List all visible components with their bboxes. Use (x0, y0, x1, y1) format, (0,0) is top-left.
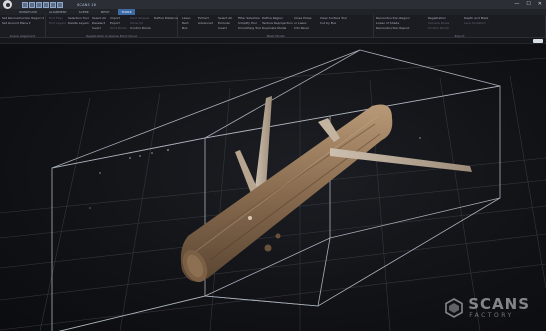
watermark-sub: FACTORY (469, 312, 514, 319)
ribbon-command[interactable]: Invert (92, 26, 106, 30)
ribbon-command[interactable]: Point Shapes (130, 16, 151, 20)
scene-canvas[interactable] (0, 38, 546, 331)
ribbon-command[interactable]: Show CS (130, 21, 151, 25)
ribbon-column: Find Files Find Layers (49, 16, 66, 25)
ribbon-command[interactable]: Smoothing Tool (238, 26, 261, 30)
ribbon-command[interactable]: Registration (428, 16, 449, 20)
ribbon-column: Import Export Print Points (110, 16, 127, 30)
ribbon-column: Lasso Rect Box (182, 16, 190, 30)
ribbon-command[interactable]: Texture Reprojection (262, 21, 293, 25)
close-button[interactable]: ✕ (538, 1, 542, 8)
minimize-button[interactable]: — (514, 1, 519, 8)
viewport-options-button[interactable] (533, 39, 543, 43)
ribbon-column: Set Reconstruction Region ▾ Set Ground Pl… (2, 16, 44, 25)
ribbon-command[interactable]: Reconstruction Region (376, 16, 410, 20)
watermark: SCANS FACTORY (444, 297, 530, 319)
ribbon-column: Registration Camera Poses Control Points (428, 16, 449, 30)
ribbon-command[interactable]: Exclude (218, 21, 232, 25)
log-trunk (180, 104, 393, 282)
undo-icon[interactable] (43, 1, 49, 8)
ribbon-column: Point Shapes Show CS Control Points (130, 16, 151, 30)
ribbon: Set Reconstruction Region ▾ Set Ground Pl… (0, 15, 546, 38)
ribbon-command[interactable]: Deselect (92, 21, 106, 25)
ribbon-command[interactable]: Lower of Shade (376, 21, 410, 25)
ribbon-group-4: Reconstruction Region Lower of Shade Recon… (374, 15, 546, 38)
ribbon-command[interactable]: Box (182, 26, 190, 30)
ribbon-command[interactable]: Select All (218, 16, 232, 20)
title-bar: SCANS 16 — ☐ ✕ (0, 0, 546, 9)
window-title: SCANS 16 (77, 2, 97, 7)
ribbon-command[interactable]: Find Layers (49, 21, 66, 25)
save-project-icon[interactable] (36, 1, 42, 8)
ribbon-column: Select All Exclude Invert (218, 16, 232, 30)
ribbon-column: Close Holes or Lasso Info Panel (294, 16, 311, 30)
log-mesh-model[interactable] (178, 96, 472, 286)
ribbon-group-1: Set Reconstruction Region ▾ Set Ground Pl… (0, 15, 46, 38)
ribbon-command[interactable]: Import (110, 16, 127, 20)
ribbon-column: Reconstruction Region Lower of Shade Recon… (376, 16, 410, 30)
ribbon-command[interactable]: Info Panel (294, 26, 311, 30)
ribbon-command[interactable]: Depth and Mask (464, 16, 488, 20)
ribbon-command[interactable]: Export (110, 21, 127, 25)
maximize-button[interactable]: ☐ (526, 1, 530, 8)
ribbon-group-3: Lasso Rect Box Extract Advanced Select All Exc… (178, 15, 374, 38)
ribbon-command[interactable]: Invert (218, 26, 232, 30)
ribbon-command[interactable]: Set Reconstruction Region ▾ (2, 16, 44, 20)
ribbon-command[interactable]: Reconstruction Report (376, 26, 410, 30)
ribbon-command[interactable]: Advanced (198, 21, 213, 25)
watermark-brand: SCANS (468, 295, 530, 313)
quick-access-toolbar (22, 1, 63, 8)
viewport-toolbar (0, 38, 546, 44)
ribbon-column: Define Region Texture Reprojection Duplica… (262, 16, 293, 30)
ribbon-command[interactable]: Control Points (130, 26, 151, 30)
ribbon-command[interactable]: Selection Tool (68, 16, 89, 20)
ribbon-command[interactable]: Define Distance (154, 16, 178, 20)
ribbon-command[interactable]: Simplify Tool (238, 21, 261, 25)
ribbon-column: Filter Selection Simplify Tool Smoothing T… (238, 16, 261, 30)
ribbon-command[interactable]: Print Points (110, 26, 127, 30)
settings-icon[interactable] (57, 1, 63, 8)
3d-viewport[interactable]: SCANS FACTORY (0, 38, 546, 331)
ribbon-command[interactable]: Delete Layers (68, 21, 89, 25)
scans-factory-logo-icon (445, 298, 464, 318)
app-logo-icon[interactable] (3, 0, 12, 9)
ribbon-command[interactable]: Define Region (262, 16, 293, 20)
ribbon-command[interactable]: Select All (92, 16, 106, 20)
ribbon-column: Selection Tool Delete Layers (68, 16, 89, 25)
log-branch-upper (255, 96, 272, 188)
ribbon-command[interactable]: Cut by Box (320, 21, 347, 25)
redo-icon[interactable] (50, 1, 56, 8)
ribbon-command[interactable]: Filter Selection (238, 16, 261, 20)
ribbon-command[interactable]: Lens Undistort (464, 21, 488, 25)
ribbon-group-2: Find Files Find Layers Selection Tool Delet… (46, 15, 178, 38)
ribbon-command[interactable]: or Lasso (294, 21, 311, 25)
ribbon-command[interactable]: Camera Poses (428, 21, 449, 25)
open-project-icon[interactable] (29, 1, 35, 8)
ribbon-column: Clear Surface Tool Cut by Box (320, 16, 347, 25)
ribbon-command[interactable]: Lasso (182, 16, 190, 20)
ribbon-command[interactable]: Rect (182, 21, 190, 25)
ribbon-command[interactable]: Duplicate Model (262, 26, 293, 30)
ribbon-column: Define Distance (154, 16, 178, 20)
ribbon-command[interactable]: Close Holes (294, 16, 311, 20)
ribbon-command[interactable]: Extract (198, 16, 213, 20)
ribbon-column: Depth and Mask Lens Undistort (464, 16, 488, 25)
ribbon-command[interactable]: Control Points (428, 26, 449, 30)
ribbon-command[interactable]: Clear Surface Tool (320, 16, 347, 20)
ribbon-command[interactable]: Set Ground Plane ▾ (2, 21, 44, 25)
ribbon-command[interactable]: Find Files (49, 16, 66, 20)
new-project-icon[interactable] (22, 1, 28, 8)
ribbon-column: Select All Deselect Invert (92, 16, 106, 30)
ribbon-column: Extract Advanced (198, 16, 213, 25)
